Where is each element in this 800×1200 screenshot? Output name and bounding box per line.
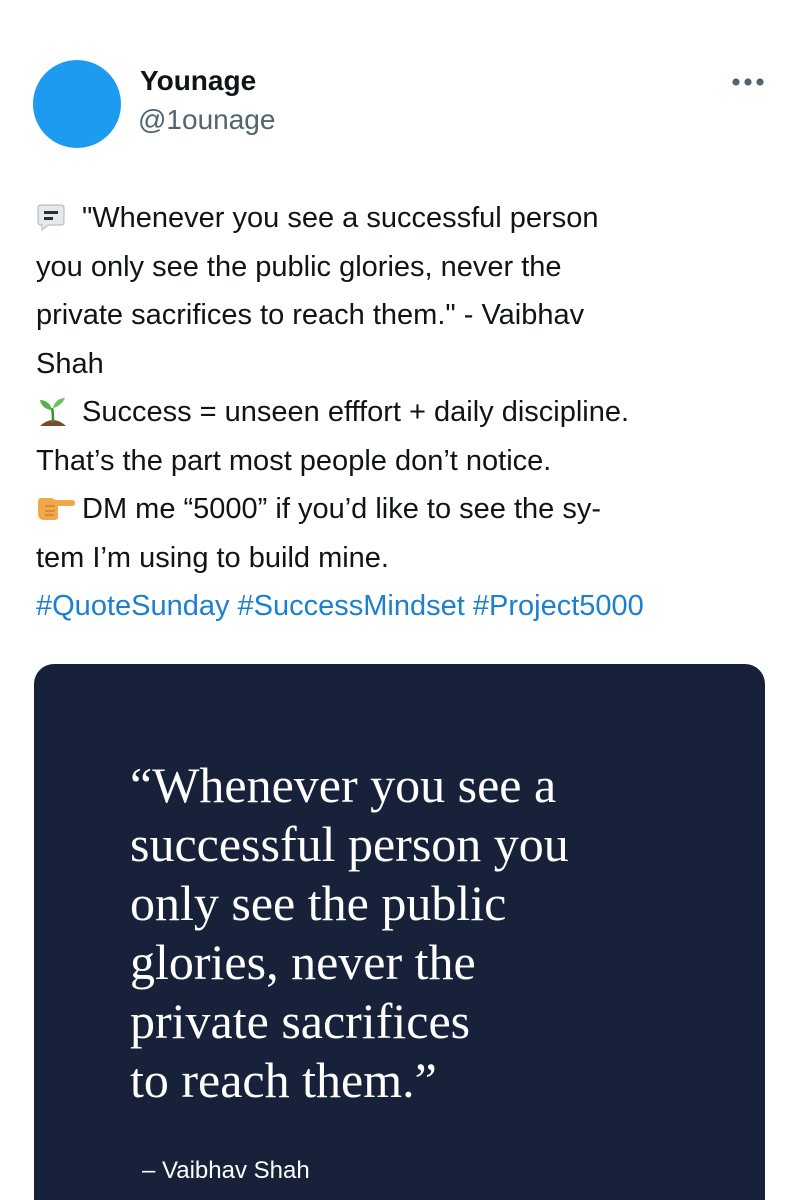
- quote-line: glories, never the: [130, 934, 476, 990]
- quote-attribution: – Vaibhav Shah: [142, 1157, 310, 1184]
- post-line: private sacrifices to reach them." - Vai…: [36, 299, 585, 331]
- more-options-icon: [732, 78, 764, 86]
- hashtag-link[interactable]: #QuoteSunday: [36, 590, 229, 622]
- quote-text: “Whenever you see a successful person yo…: [130, 756, 730, 1110]
- hashtag-link[interactable]: #SuccessMindset: [238, 590, 465, 622]
- quote-line: to reach them.”: [130, 1052, 437, 1108]
- post-line: Shah: [36, 347, 104, 380]
- pointing-finger-icon: [36, 493, 75, 523]
- post-line: you only see the public glories, never t…: [36, 250, 562, 283]
- author-display-name[interactable]: Younage: [140, 64, 256, 98]
- post-text: "Whenever you see a successful person yo…: [36, 194, 776, 631]
- quote-line: successful person you: [130, 816, 569, 872]
- avatar[interactable]: [33, 60, 121, 148]
- author-handle[interactable]: @1ounage: [138, 102, 275, 138]
- hashtag-link[interactable]: #Project5000: [473, 590, 644, 622]
- post-line: That’s the part most people don’t notice…: [36, 444, 552, 477]
- quote-line: “Whenever you see a: [130, 757, 557, 813]
- more-options-button[interactable]: [728, 70, 768, 94]
- quote-line: only see the public: [130, 875, 507, 931]
- post-line: "Whenever you see a successful person: [36, 194, 776, 243]
- post-page: Younage @1ounage "Whenever you see a suc…: [0, 0, 800, 1200]
- post-line: tem I’m using to build mine.: [36, 541, 389, 574]
- speech-bubble-icon: [36, 202, 74, 232]
- hashtag-line: #QuoteSunday #SuccessMindset #Project500…: [36, 582, 776, 631]
- quote-line: private sacrifices: [130, 993, 471, 1049]
- seedling-icon: [36, 396, 74, 426]
- post-line: DM me “5000” if you’d like to see the sy…: [36, 485, 776, 534]
- post-line: Success = unseen efffort + daily discipl…: [36, 388, 776, 437]
- quote-image-card[interactable]: “Whenever you see a successful person yo…: [34, 664, 765, 1200]
